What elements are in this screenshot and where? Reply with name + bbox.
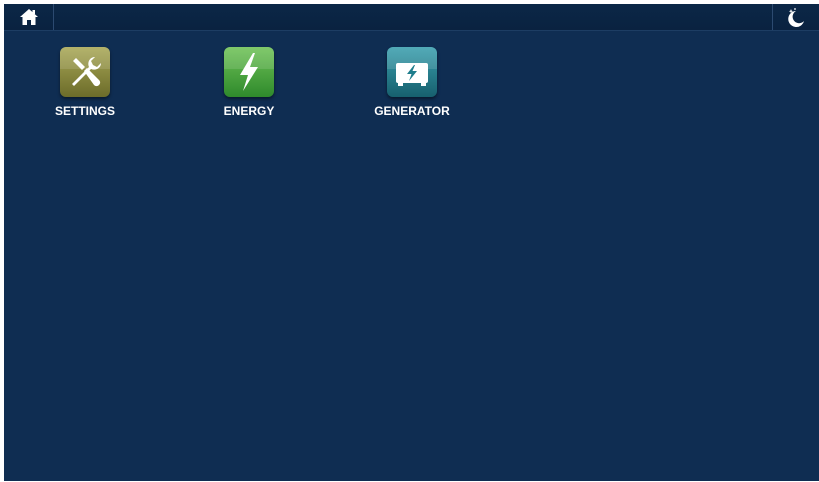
home-button[interactable] — [4, 4, 54, 30]
generator-app-button[interactable]: GENERATOR — [357, 47, 467, 127]
home-screen: SETTINGS ENERGY GENERATOR — [4, 4, 819, 481]
lightning-icon — [224, 47, 274, 97]
moon-stars-icon — [788, 8, 804, 27]
tools-icon — [60, 47, 110, 97]
generator-icon — [387, 47, 437, 97]
energy-app-button[interactable]: ENERGY — [194, 47, 304, 127]
generator-tile — [387, 47, 437, 97]
settings-label: SETTINGS — [54, 104, 115, 118]
settings-app-button[interactable]: SETTINGS — [30, 47, 140, 127]
top-bar — [4, 4, 819, 31]
home-icon — [19, 9, 38, 25]
energy-tile — [224, 47, 274, 97]
night-mode-button[interactable] — [772, 4, 819, 30]
energy-label: ENERGY — [223, 104, 275, 118]
generator-label: GENERATOR — [374, 104, 450, 118]
settings-tile — [60, 47, 110, 97]
